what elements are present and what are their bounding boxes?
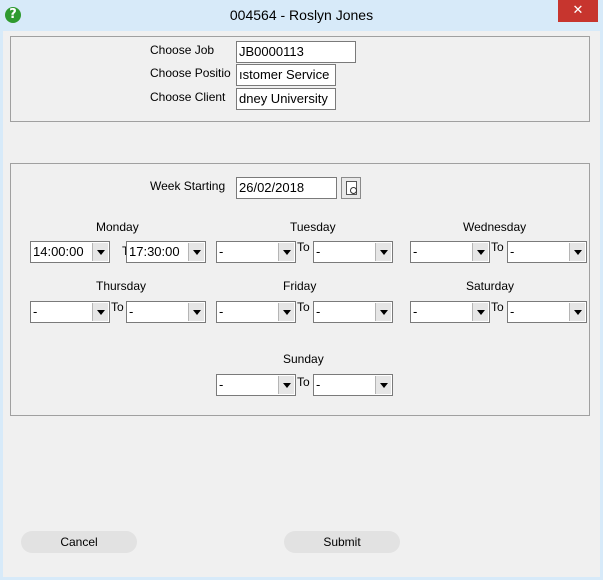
chevron-down-icon[interactable]: [472, 243, 488, 261]
chevron-down-icon[interactable]: [188, 303, 204, 321]
chevron-down-icon[interactable]: [278, 376, 294, 394]
sunday-from-select[interactable]: -: [216, 374, 296, 396]
day-label-monday: Monday: [96, 220, 139, 234]
saturday-from-select[interactable]: -: [410, 301, 490, 323]
chevron-down-icon[interactable]: [472, 303, 488, 321]
close-button[interactable]: ✕: [558, 0, 598, 22]
chevron-down-icon[interactable]: [569, 303, 585, 321]
day-label-thursday: Thursday: [96, 279, 147, 293]
chevron-down-icon[interactable]: [92, 303, 108, 321]
chevron-down-icon[interactable]: [375, 376, 391, 394]
saturday-to-select[interactable]: -: [507, 301, 587, 323]
choose-job-input[interactable]: JB0000113: [236, 41, 356, 63]
chevron-down-icon[interactable]: [188, 243, 204, 261]
saturday-to-label: To: [491, 300, 504, 314]
chevron-down-icon[interactable]: [278, 243, 294, 261]
title-bar: ? 004564 - Roslyn Jones ✕: [0, 0, 603, 32]
wednesday-from-select[interactable]: -: [410, 241, 490, 263]
choose-client-label: Choose Client: [150, 90, 226, 104]
day-label-wednesday: Wednesday: [463, 220, 527, 234]
friday-to-label: To: [297, 300, 310, 314]
day-label-sunday: Sunday: [283, 352, 324, 366]
wednesday-to-label: To: [491, 240, 504, 254]
day-label-tuesday: Tuesday: [290, 220, 336, 234]
week-starting-input[interactable]: 26/02/2018: [236, 177, 337, 199]
day-label-saturday: Saturday: [466, 279, 515, 293]
job-details-panel: Choose Job JB0000113 Choose Positio ısto…: [10, 36, 590, 122]
thursday-to-select[interactable]: -: [126, 301, 206, 323]
day-label-friday: Friday: [283, 279, 317, 293]
monday-to-select[interactable]: 17:30:00: [126, 241, 206, 263]
friday-from-select[interactable]: -: [216, 301, 296, 323]
thursday-to-label: To: [111, 300, 124, 314]
monday-from-select[interactable]: 14:00:00: [30, 241, 110, 263]
choose-job-label: Choose Job: [150, 43, 215, 57]
tuesday-to-select[interactable]: -: [313, 241, 393, 263]
wednesday-to-select[interactable]: -: [507, 241, 587, 263]
choose-client-input[interactable]: dney University: [236, 88, 336, 110]
chevron-down-icon[interactable]: [375, 303, 391, 321]
chevron-down-icon[interactable]: [375, 243, 391, 261]
tuesday-from-select[interactable]: -: [216, 241, 296, 263]
window-client-area: Choose Job JB0000113 Choose Positio ısto…: [3, 31, 600, 577]
choose-position-input[interactable]: ıstomer Service: [236, 64, 336, 86]
sunday-to-select[interactable]: -: [313, 374, 393, 396]
sunday-to-label: To: [297, 375, 310, 389]
chevron-down-icon[interactable]: [92, 243, 108, 261]
tuesday-to-label: To: [297, 240, 310, 254]
cancel-button[interactable]: Cancel: [21, 531, 137, 553]
chevron-down-icon[interactable]: [278, 303, 294, 321]
submit-button[interactable]: Submit: [284, 531, 400, 553]
window-title: 004564 - Roslyn Jones: [229, 7, 374, 23]
chevron-down-icon[interactable]: [569, 243, 585, 261]
friday-to-select[interactable]: -: [313, 301, 393, 323]
calendar-button[interactable]: [341, 177, 361, 199]
week-starting-label: Week Starting: [150, 179, 226, 193]
schedule-panel: Week Starting 26/02/2018 Monday Tuesday …: [10, 163, 590, 416]
choose-position-label: Choose Positio: [150, 66, 231, 80]
thursday-from-select[interactable]: -: [30, 301, 110, 323]
